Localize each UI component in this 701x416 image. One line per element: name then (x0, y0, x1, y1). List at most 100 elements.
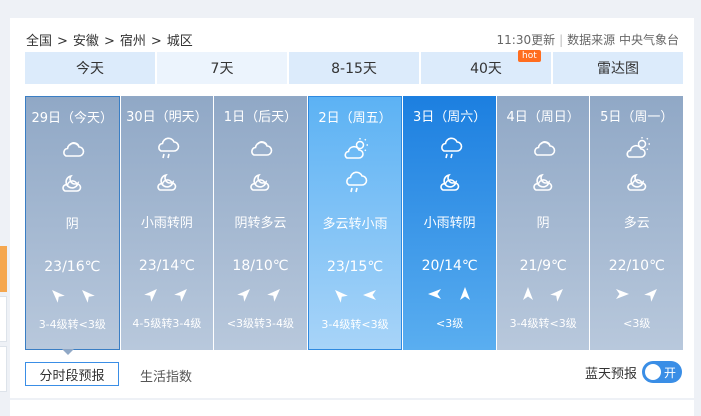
day-card[interactable]: 2日（周五） 多云转小雨 23/15℃ 3-4级转<3级 (307, 96, 403, 350)
temperature-range: 23/16℃ (44, 259, 101, 275)
blue-sky-toggle[interactable]: 开 (642, 361, 682, 383)
tab-7-days[interactable]: 7天 (157, 52, 287, 84)
breadcrumb-district: 城区 (166, 34, 193, 49)
wind-level: <3级 (435, 317, 464, 330)
wind-level: 3-4级转<3级 (38, 318, 106, 331)
toggle-knob (645, 364, 661, 380)
moon-cloud-icon (245, 169, 275, 193)
temperature-range: 23/14℃ (138, 258, 195, 274)
wind-direction-arrow-icon (332, 287, 348, 303)
temperature-range: 20/14℃ (421, 258, 478, 274)
day-date: 3日（周六） (412, 110, 487, 125)
wind-direction-arrow-icon (49, 287, 66, 303)
weather-description: 阴转多云 (234, 216, 287, 231)
left-side-tab[interactable] (0, 296, 7, 342)
wind-direction-arrow-icon (614, 286, 630, 302)
day-card[interactable]: 30日（明天） 小雨转阴 23/14℃ 4-5级转3-4级 (120, 96, 214, 350)
temperature-range: 22/10℃ (608, 258, 665, 274)
breadcrumb-separator: > (57, 34, 68, 49)
day-date: 29日（今天） (31, 111, 114, 126)
breadcrumb: 全国 > 安徽 > 宿州 > 城区 (26, 30, 198, 49)
seven-day-forecast: 29日（今天） 阴 23/16℃ 3-4级转<3级 30日（明天） 小雨转阴 23/14℃ 4… (25, 96, 684, 350)
wind-arrows (309, 287, 402, 303)
weather-description: 多云转小雨 (322, 217, 388, 232)
day-card[interactable]: 4日（周日） 阴 21/9℃ 3-4级转<3级 (496, 96, 590, 350)
breadcrumb-country[interactable]: 全国 (26, 34, 52, 49)
weather-description: 多云 (623, 216, 650, 231)
temperature-range: 21/9℃ (519, 258, 567, 274)
day-date: 4日（周日） (506, 110, 580, 125)
wind-arrows (497, 286, 590, 302)
wind-level: <3级 (623, 317, 651, 330)
cloudy-icon (57, 137, 87, 161)
update-time: 11:30更新 (496, 33, 556, 47)
wind-direction-arrow-icon (457, 286, 473, 302)
weather-description: 阴 (536, 216, 550, 231)
breadcrumb-separator: > (103, 34, 115, 49)
day-card[interactable]: 3日（周六） 小雨转阴 20/14℃ <3级 (403, 96, 496, 350)
day-date: 2日（周五） (318, 111, 392, 126)
moon-cloud-icon (622, 169, 652, 193)
wind-direction-arrow-icon (237, 286, 253, 302)
wind-direction-arrow-icon (79, 287, 96, 303)
breadcrumb-city[interactable]: 宿州 (120, 34, 146, 49)
sun-cloud-icon (340, 137, 370, 161)
breadcrumb-province[interactable]: 安徽 (73, 34, 99, 49)
hourly-forecast-button[interactable]: 分时段预报 (25, 362, 119, 386)
temperature-range: 18/10℃ (232, 258, 289, 274)
moon-cloud-icon (435, 169, 465, 193)
breadcrumb-separator: > (150, 34, 162, 49)
wind-direction-arrow-icon (550, 286, 566, 302)
cloudy-icon (245, 136, 275, 160)
rain-icon (340, 170, 370, 194)
tab-8-15-days[interactable]: 8-15天 (289, 52, 419, 84)
left-side-tab[interactable] (0, 346, 7, 392)
wind-direction-arrow-icon (267, 286, 283, 302)
day-date: 30日（明天） (126, 110, 208, 125)
tab-40-days[interactable]: 40天 hot (421, 50, 551, 84)
forecast-tabs: 今天 7天 8-15天 40天 hot 雷达图 (25, 50, 683, 84)
day-card[interactable]: 1日（后天） 阴转多云 18/10℃ <3级转3-4级 (214, 96, 307, 350)
life-index-link[interactable]: 生活指数 (140, 366, 192, 385)
moon-cloud-icon (528, 169, 558, 193)
weather-description: 小雨转阴 (140, 216, 193, 231)
weather-description: 阴 (65, 217, 79, 232)
wind-direction-arrow-icon (427, 286, 443, 302)
tab-40-days-label: 40天 (470, 61, 502, 77)
sun-cloud-icon (622, 136, 652, 160)
toggle-label: 开 (664, 366, 677, 380)
left-side-tab-active[interactable] (0, 246, 7, 292)
wind-level: 4-5级转3-4级 (132, 317, 202, 330)
moon-cloud-icon (152, 169, 182, 193)
cloudy-icon (528, 136, 558, 160)
wind-direction-arrow-icon (362, 287, 378, 303)
rain-icon (152, 136, 182, 160)
tab-today[interactable]: 今天 (25, 52, 155, 84)
selected-day-pointer (62, 349, 74, 355)
day-card[interactable]: 5日（周一） 多云 22/10℃ <3级 (590, 96, 684, 350)
tab-radar[interactable]: 雷达图 (553, 52, 683, 84)
day-card[interactable]: 29日（今天） 阴 23/16℃ 3-4级转<3级 (25, 96, 120, 350)
weather-description: 小雨转阴 (423, 216, 476, 231)
rain-icon (435, 136, 465, 160)
temperature-range: 23/15℃ (326, 259, 384, 275)
source-text: 数据来源 中央气象台 (567, 33, 679, 47)
moon-cloud-icon (57, 170, 87, 194)
blue-sky-forecast-label: 蓝天预报 (585, 367, 638, 382)
wind-arrows (403, 286, 496, 302)
wind-level: 3-4级转<3级 (321, 318, 389, 331)
wind-direction-arrow-icon (174, 286, 190, 302)
hot-badge: hot (518, 50, 541, 62)
wind-arrows (121, 286, 214, 302)
wind-arrows (590, 286, 683, 302)
weather-page: 全国 > 安徽 > 宿州 > 城区 11:30更新 | 数据来源 中央气象台 今天 7天 8-1… (0, 0, 701, 416)
wind-level: 3-4级转<3级 (509, 317, 577, 330)
wind-direction-arrow-icon (643, 286, 660, 302)
wind-direction-arrow-icon (520, 286, 536, 302)
data-source: 11:30更新 | 数据来源 中央气象台 (497, 31, 679, 48)
day-date: 1日（后天） (223, 110, 298, 125)
wind-arrows (214, 286, 307, 302)
day-date: 5日（周一） (600, 110, 674, 125)
source-divider: | (559, 33, 564, 47)
bottom-strip (10, 400, 694, 416)
